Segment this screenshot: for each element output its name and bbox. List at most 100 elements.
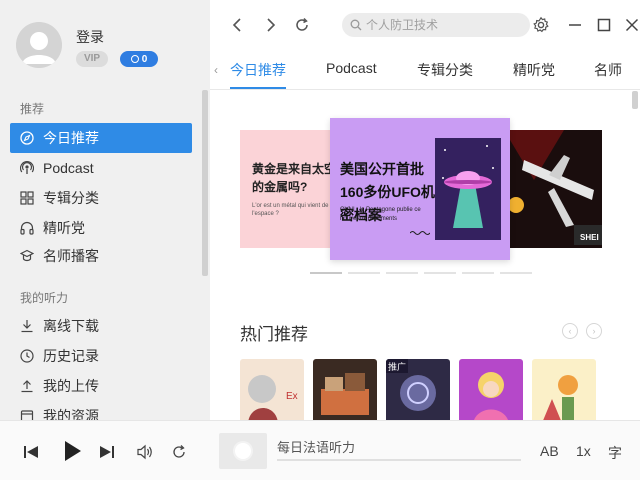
banner-title: 黄金是来自太空的金属吗? bbox=[252, 162, 337, 194]
album-card-5[interactable] bbox=[532, 359, 596, 420]
airplane-illustration: SHEI bbox=[504, 130, 602, 248]
tab-teacher[interactable]: 名师 bbox=[594, 60, 622, 80]
main-content: 黄金是来自太空的金属吗? L'or est un métal qui vient… bbox=[210, 91, 640, 420]
avatar[interactable] bbox=[16, 22, 62, 68]
play-icon bbox=[65, 441, 81, 461]
hot-prev-button[interactable]: ‹ bbox=[562, 323, 578, 339]
disc-icon bbox=[235, 443, 251, 459]
subtitle-button[interactable]: 字 bbox=[608, 443, 622, 463]
refresh-icon bbox=[296, 17, 308, 31]
track-cover[interactable] bbox=[219, 433, 267, 469]
tab-intensive-listening[interactable]: 精听党 bbox=[513, 60, 555, 80]
settings-button[interactable] bbox=[530, 14, 552, 36]
banner-pagination bbox=[310, 272, 532, 275]
tab-bar: ‹ 今日推荐 Podcast 专辑分类 精听党 名师 bbox=[210, 50, 640, 90]
sidebar-item-today[interactable]: 今日推荐 bbox=[10, 123, 192, 153]
skip-next-icon bbox=[100, 446, 114, 458]
svg-text:Ex: Ex bbox=[286, 391, 298, 402]
hot-recommend-title: 热门推荐 bbox=[240, 325, 308, 344]
section-title-recommend: 推荐 bbox=[20, 102, 45, 116]
maximize-button[interactable] bbox=[593, 14, 615, 36]
gear-icon bbox=[533, 16, 549, 33]
resource-icon bbox=[20, 409, 34, 420]
sidebar-item-my-resources[interactable]: 我的资源 bbox=[10, 401, 192, 420]
album-cover bbox=[459, 359, 523, 420]
coin-badge[interactable]: 0 bbox=[120, 51, 158, 67]
album-card-2[interactable] bbox=[313, 359, 377, 420]
banner-subtitle: L'or est un métal qui vient de l'espace … bbox=[252, 203, 329, 217]
refresh-button[interactable] bbox=[291, 14, 313, 36]
main-scrollbar[interactable] bbox=[632, 91, 638, 109]
sidebar-item-history[interactable]: 历史记录 bbox=[10, 341, 192, 371]
history-icon bbox=[20, 349, 34, 363]
sidebar-item-podcast[interactable]: Podcast bbox=[10, 153, 192, 183]
pagination-dot[interactable] bbox=[386, 272, 418, 274]
album-card-3[interactable]: 推广 bbox=[386, 359, 450, 420]
sidebar-item-offline-download[interactable]: 离线下载 bbox=[10, 311, 192, 341]
sidebar-item-album-category[interactable]: 专辑分类 bbox=[10, 183, 192, 213]
chevron-right-icon: › bbox=[592, 326, 596, 336]
sidebar-item-label: 我的资源 bbox=[43, 408, 99, 420]
tab-scroll-left-icon[interactable]: ‹ bbox=[210, 62, 222, 78]
upload-icon bbox=[20, 379, 34, 393]
album-card-1[interactable]: Ex bbox=[240, 359, 304, 420]
repeat-icon bbox=[173, 445, 185, 458]
pagination-dot[interactable] bbox=[310, 272, 342, 274]
forward-button[interactable] bbox=[259, 14, 281, 36]
tab-today[interactable]: 今日推荐 bbox=[230, 60, 286, 80]
chevron-left-icon: ‹ bbox=[568, 326, 572, 336]
tab-podcast[interactable]: Podcast bbox=[326, 60, 377, 76]
banner-right-text: SHEI bbox=[580, 233, 599, 242]
pagination-dot[interactable] bbox=[424, 272, 456, 274]
progress-bar[interactable] bbox=[277, 459, 521, 461]
sidebar-item-label: Podcast bbox=[43, 160, 94, 176]
headphones-icon bbox=[20, 221, 34, 235]
search-box[interactable] bbox=[342, 13, 530, 37]
hot-next-button[interactable]: › bbox=[586, 323, 602, 339]
player-bar: 每日法语听力 AB 1x 字 bbox=[0, 420, 640, 480]
coin-count: 0 bbox=[141, 53, 148, 65]
compass-icon bbox=[20, 131, 34, 145]
ufo-icon bbox=[435, 138, 501, 240]
section-title-my-listening: 我的听力 bbox=[20, 291, 69, 305]
ab-repeat-button[interactable]: AB bbox=[540, 443, 559, 459]
close-icon bbox=[625, 18, 639, 32]
banner-subtitle: OVNI : le Pentagone publie ce nouveaux d… bbox=[340, 207, 421, 222]
close-button[interactable] bbox=[621, 14, 640, 36]
sidebar-item-label: 离线下载 bbox=[43, 318, 99, 334]
back-button[interactable] bbox=[227, 14, 249, 36]
sidebar-item-my-uploads[interactable]: 我的上传 bbox=[10, 371, 192, 401]
top-bar bbox=[210, 0, 640, 50]
previous-button[interactable] bbox=[22, 443, 40, 461]
ufo-illustration bbox=[435, 138, 501, 240]
vip-badge[interactable]: VIP bbox=[76, 51, 108, 67]
album-card-4[interactable] bbox=[459, 359, 523, 420]
active-tab-indicator bbox=[230, 87, 286, 89]
sidebar-scrollbar[interactable] bbox=[202, 90, 208, 276]
album-cover bbox=[532, 359, 596, 420]
app-window: 登录 VIP 0 推荐 今日推荐 Podcast 专辑分类 精听党 名师播客 我… bbox=[0, 0, 640, 480]
search-input[interactable] bbox=[366, 18, 526, 32]
login-link[interactable]: 登录 bbox=[76, 27, 104, 47]
pagination-dot[interactable] bbox=[348, 272, 380, 274]
tab-album-category[interactable]: 专辑分类 bbox=[417, 60, 473, 80]
banner-ufo[interactable]: 美国公开首批160多份UFO机密档案 OVNI : le Pentagone p… bbox=[330, 118, 510, 260]
minimize-button[interactable] bbox=[564, 14, 586, 36]
play-button[interactable] bbox=[60, 439, 84, 463]
track-title: 每日法语听力 bbox=[277, 440, 356, 455]
maximize-icon bbox=[597, 18, 611, 32]
sidebar-item-label: 精听党 bbox=[43, 220, 85, 236]
volume-button[interactable] bbox=[136, 443, 154, 461]
banner-airplane[interactable]: SHEI bbox=[504, 130, 602, 248]
pagination-dot[interactable] bbox=[500, 272, 532, 274]
sidebar-item-teacher-podcast[interactable]: 名师播客 bbox=[10, 241, 192, 271]
teacher-icon bbox=[20, 249, 34, 263]
sidebar-item-intensive-listening[interactable]: 精听党 bbox=[10, 213, 192, 243]
grid-icon bbox=[20, 191, 34, 205]
pagination-dot[interactable] bbox=[462, 272, 494, 274]
next-button[interactable] bbox=[98, 443, 116, 461]
repeat-button[interactable] bbox=[170, 443, 188, 461]
speed-button[interactable]: 1x bbox=[576, 443, 591, 459]
user-avatar-icon bbox=[16, 22, 62, 68]
album-cover: 推广 bbox=[386, 359, 450, 420]
